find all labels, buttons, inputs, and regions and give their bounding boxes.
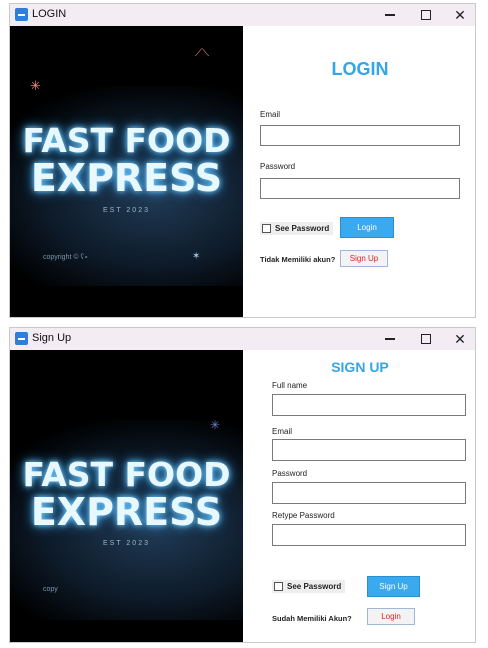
no-account-prompt: Tidak Memiliki akun? (260, 255, 336, 264)
login-button[interactable]: Login (340, 217, 394, 238)
email-field[interactable] (260, 125, 460, 146)
checkbox-box[interactable] (262, 224, 271, 233)
minimize-icon[interactable] (373, 328, 407, 350)
maximize-icon[interactable] (409, 328, 443, 350)
logo-line2: EXPRESS (30, 490, 223, 534)
maximize-icon[interactable] (409, 4, 443, 26)
password-field[interactable] (272, 482, 466, 504)
brand-logo: FAST FOOD EXPRESS (10, 124, 243, 197)
email-label: Email (272, 427, 293, 436)
copyright-text: copy (43, 586, 58, 593)
est-label: EST 2023 (102, 540, 150, 547)
close-icon[interactable]: ✕ (443, 4, 475, 26)
signup-titlebar[interactable]: Sign Up ✕ (10, 328, 475, 350)
brand-image: ✳ ⟋⟍ ✶ FAST FOOD EXPRESS EST 2023 copyri… (10, 26, 243, 317)
password-label: Password (272, 469, 308, 478)
retype-password-label: Retype Password (272, 511, 335, 520)
logo-line1: FAST FOOD (22, 121, 231, 160)
copyright-text: copyright © ʕ∘ (43, 254, 89, 261)
fullname-field[interactable] (272, 394, 466, 416)
email-label: Email (260, 110, 281, 119)
close-icon[interactable]: ✕ (443, 328, 475, 350)
firework-icon: ✶ (192, 251, 201, 262)
signup-window: Sign Up ✕ ✳ FAST FOOD EXPRESS EST 2023 c… (9, 327, 476, 643)
est-label: EST 2023 (102, 207, 150, 214)
app-icon (15, 332, 28, 345)
see-password-label: See Password (287, 582, 342, 591)
logo-line1: FAST FOOD (22, 455, 231, 494)
firework-icon: ✳ (30, 78, 41, 93)
firework-icon: ⟋⟍ (195, 48, 209, 59)
minimize-icon[interactable] (373, 4, 407, 26)
logo-line2: EXPRESS (30, 156, 223, 200)
window-title: Sign Up (32, 332, 72, 344)
checkbox-box[interactable] (274, 582, 283, 591)
login-window: LOGIN ✕ ✳ ⟋⟍ ✶ FAST FOOD EXPRESS EST 202… (9, 3, 476, 318)
form-heading: SIGN UP (331, 359, 389, 375)
brand-image: ✳ FAST FOOD EXPRESS EST 2023 copy (10, 350, 243, 642)
password-field[interactable] (260, 178, 460, 199)
email-field[interactable] (272, 439, 466, 461)
see-password-checkbox[interactable]: See Password (260, 222, 334, 235)
signup-form: SIGN UP Full name Email Password Retype … (243, 350, 475, 642)
window-title: LOGIN (32, 8, 67, 20)
signup-button[interactable]: Sign Up (367, 576, 420, 597)
see-password-checkbox[interactable]: See Password (272, 580, 346, 593)
login-titlebar[interactable]: LOGIN ✕ (10, 4, 475, 26)
login-button[interactable]: Login (367, 608, 415, 625)
form-heading: LOGIN (331, 59, 389, 79)
login-form: LOGIN Email Password See Password Login … (243, 26, 475, 317)
app-icon (15, 8, 28, 21)
signup-button[interactable]: Sign Up (340, 250, 388, 267)
fullname-label: Full name (272, 381, 308, 390)
see-password-label: See Password (275, 224, 330, 233)
password-label: Password (260, 162, 296, 171)
have-account-prompt: Sudah Memiliki Akun? (272, 614, 352, 623)
brand-logo: FAST FOOD EXPRESS (10, 458, 243, 531)
firework-icon: ✳ (210, 418, 221, 432)
retype-password-field[interactable] (272, 524, 466, 546)
